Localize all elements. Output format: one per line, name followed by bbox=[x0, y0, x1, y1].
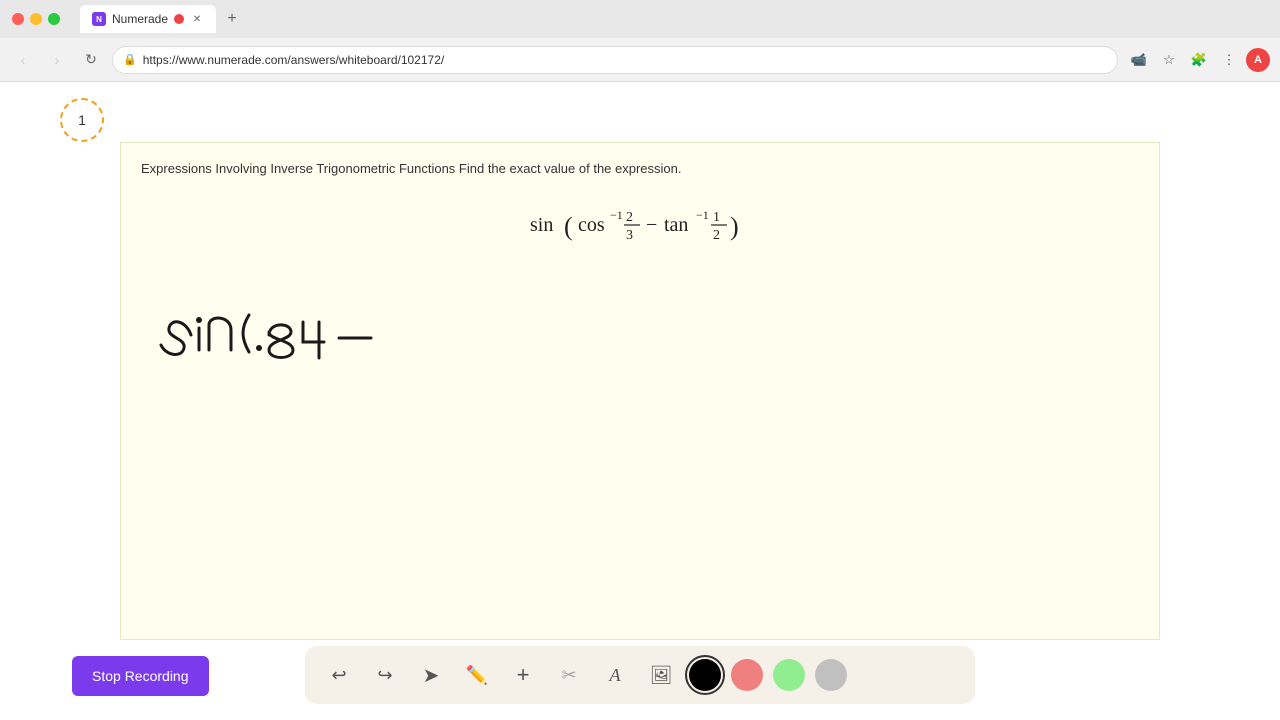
active-tab[interactable]: N Numerade ✕ bbox=[80, 5, 216, 33]
screen-record-button[interactable]: 📹 bbox=[1126, 47, 1152, 73]
image-icon: 🖼 bbox=[650, 665, 673, 686]
url-text: https://www.numerade.com/answers/whitebo… bbox=[143, 53, 445, 67]
menu-icon: ⋮ bbox=[1223, 52, 1236, 68]
color-gray-swatch[interactable] bbox=[815, 659, 847, 691]
handwriting-svg bbox=[141, 280, 741, 380]
whiteboard[interactable]: Expressions Involving Inverse Trigonomet… bbox=[120, 142, 1160, 640]
svg-text:3: 3 bbox=[626, 228, 633, 243]
handwritten-area bbox=[121, 270, 1159, 390]
arrow-icon: ➤ bbox=[423, 663, 440, 688]
new-tab-button[interactable]: + bbox=[220, 7, 244, 31]
eraser-icon: ✂ bbox=[561, 665, 576, 686]
title-bar: N Numerade ✕ + bbox=[0, 0, 1280, 38]
maximize-button[interactable] bbox=[48, 13, 60, 25]
undo-icon: ↩ bbox=[331, 665, 346, 686]
forward-icon: › bbox=[55, 52, 60, 68]
svg-text:−1: −1 bbox=[610, 208, 623, 222]
svg-text:1: 1 bbox=[713, 210, 720, 225]
text-tool-button[interactable]: A bbox=[597, 657, 633, 693]
undo-button[interactable]: ↩ bbox=[321, 657, 357, 693]
traffic-lights bbox=[12, 13, 60, 25]
screen-record-icon: 📹 bbox=[1131, 52, 1147, 68]
stop-recording-button[interactable]: Stop Recording bbox=[72, 656, 209, 696]
bookmark-button[interactable]: ☆ bbox=[1156, 47, 1182, 73]
pencil-icon: ✏️ bbox=[466, 665, 488, 686]
add-element-button[interactable]: + bbox=[505, 657, 541, 693]
tab-favicon-icon: N bbox=[92, 12, 106, 26]
address-bar[interactable]: 🔒 https://www.numerade.com/answers/white… bbox=[112, 46, 1118, 74]
redo-icon: ↪ bbox=[377, 665, 392, 686]
svg-text:2: 2 bbox=[626, 210, 633, 225]
refresh-button[interactable]: ↻ bbox=[78, 47, 104, 73]
svg-text:2: 2 bbox=[713, 228, 720, 243]
svg-text:(: ( bbox=[564, 212, 573, 241]
more-options-button[interactable]: ⋮ bbox=[1216, 47, 1242, 73]
svg-text:−: − bbox=[646, 214, 657, 236]
page-counter: 1 bbox=[60, 98, 104, 142]
svg-text:sin: sin bbox=[530, 214, 553, 236]
profile-avatar[interactable]: A bbox=[1246, 48, 1270, 72]
redo-button[interactable]: ↪ bbox=[367, 657, 403, 693]
page-number: 1 bbox=[78, 112, 86, 128]
browser-window: N Numerade ✕ + ‹ › ↻ 🔒 https://www.numer… bbox=[0, 0, 1280, 720]
bottom-toolbar: ↩ ↪ ➤ ✏️ + ✂ A bbox=[305, 646, 975, 704]
extensions-button[interactable]: 🧩 bbox=[1186, 47, 1212, 73]
close-button[interactable] bbox=[12, 13, 24, 25]
toolbar-actions: 📹 ☆ 🧩 ⋮ A bbox=[1126, 47, 1270, 73]
tab-close-button[interactable]: ✕ bbox=[190, 12, 204, 26]
minimize-button[interactable] bbox=[30, 13, 42, 25]
refresh-icon: ↻ bbox=[85, 51, 97, 68]
svg-text:−1: −1 bbox=[696, 208, 709, 222]
math-formula: sin ( cos −1 2 3 − tan −1 1 bbox=[121, 189, 1159, 270]
profile-initial: A bbox=[1254, 54, 1262, 66]
text-icon: A bbox=[610, 665, 621, 686]
forward-button[interactable]: › bbox=[44, 47, 70, 73]
plus-icon: + bbox=[517, 662, 530, 688]
select-tool-button[interactable]: ➤ bbox=[413, 657, 449, 693]
puzzle-icon: 🧩 bbox=[1191, 52, 1207, 68]
svg-text:tan: tan bbox=[664, 214, 688, 236]
pencil-tool-button[interactable]: ✏️ bbox=[459, 657, 495, 693]
color-black-swatch[interactable] bbox=[689, 659, 721, 691]
image-tool-button[interactable]: 🖼 bbox=[643, 657, 679, 693]
color-green-swatch[interactable] bbox=[773, 659, 805, 691]
tab-title: Numerade bbox=[112, 12, 168, 26]
recording-indicator-icon bbox=[174, 14, 184, 24]
problem-text: Expressions Involving Inverse Trigonomet… bbox=[121, 143, 1159, 189]
star-icon: ☆ bbox=[1163, 52, 1175, 68]
color-pink-swatch[interactable] bbox=[731, 659, 763, 691]
eraser-tool-button[interactable]: ✂ bbox=[551, 657, 587, 693]
back-button[interactable]: ‹ bbox=[10, 47, 36, 73]
formula-svg: sin ( cos −1 2 3 − tan −1 1 bbox=[530, 197, 750, 249]
tab-bar: N Numerade ✕ + bbox=[80, 5, 1268, 33]
lock-icon: 🔒 bbox=[123, 53, 137, 66]
content-area: 1 Expressions Involving Inverse Trigonom… bbox=[0, 82, 1280, 720]
svg-text:cos: cos bbox=[578, 214, 605, 236]
svg-text:): ) bbox=[730, 212, 739, 241]
browser-toolbar: ‹ › ↻ 🔒 https://www.numerade.com/answers… bbox=[0, 38, 1280, 82]
back-icon: ‹ bbox=[21, 52, 26, 68]
